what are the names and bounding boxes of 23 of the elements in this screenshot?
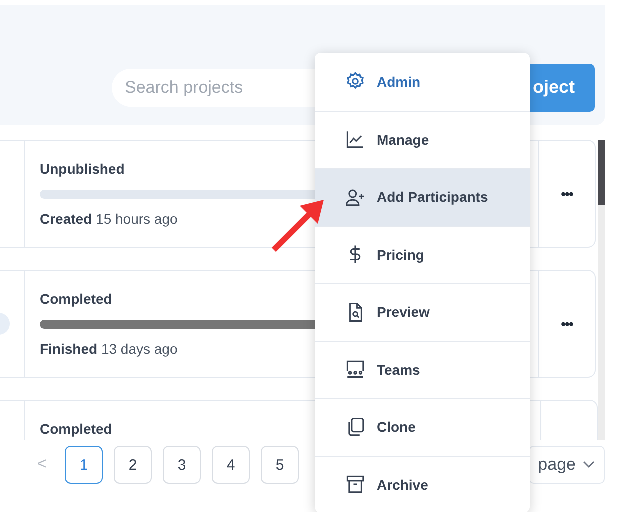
project-date: Finished 13 days ago [40, 341, 179, 357]
line-chart-icon [345, 129, 366, 150]
page-button[interactable]: 4 [212, 446, 250, 484]
page-button[interactable]: 1 [65, 446, 103, 484]
menu-item[interactable]: Archive [315, 456, 530, 512]
menu-item[interactable]: Clone [315, 398, 530, 456]
project-status: Completed [40, 291, 112, 307]
team-icon [345, 359, 366, 380]
menu-item[interactable]: Teams [315, 340, 530, 398]
page-button[interactable]: 2 [114, 446, 152, 484]
page-button[interactable]: 3 [163, 446, 201, 484]
more-button[interactable]: ••• [561, 316, 573, 332]
archive-icon [345, 474, 366, 496]
page-button[interactable]: 5 [261, 446, 299, 484]
project-status: Completed [40, 421, 112, 437]
project-status: Unpublished [40, 161, 125, 177]
scrollbar[interactable] [598, 140, 605, 440]
more-button[interactable]: ••• [561, 186, 573, 202]
menu-item[interactable]: Pricing [315, 226, 530, 283]
chevron-down-icon [583, 461, 595, 469]
project-date: Created 15 hours ago [40, 211, 179, 227]
menu-item[interactable]: Preview [315, 283, 530, 340]
menu-item[interactable]: Add Participants [315, 168, 530, 226]
